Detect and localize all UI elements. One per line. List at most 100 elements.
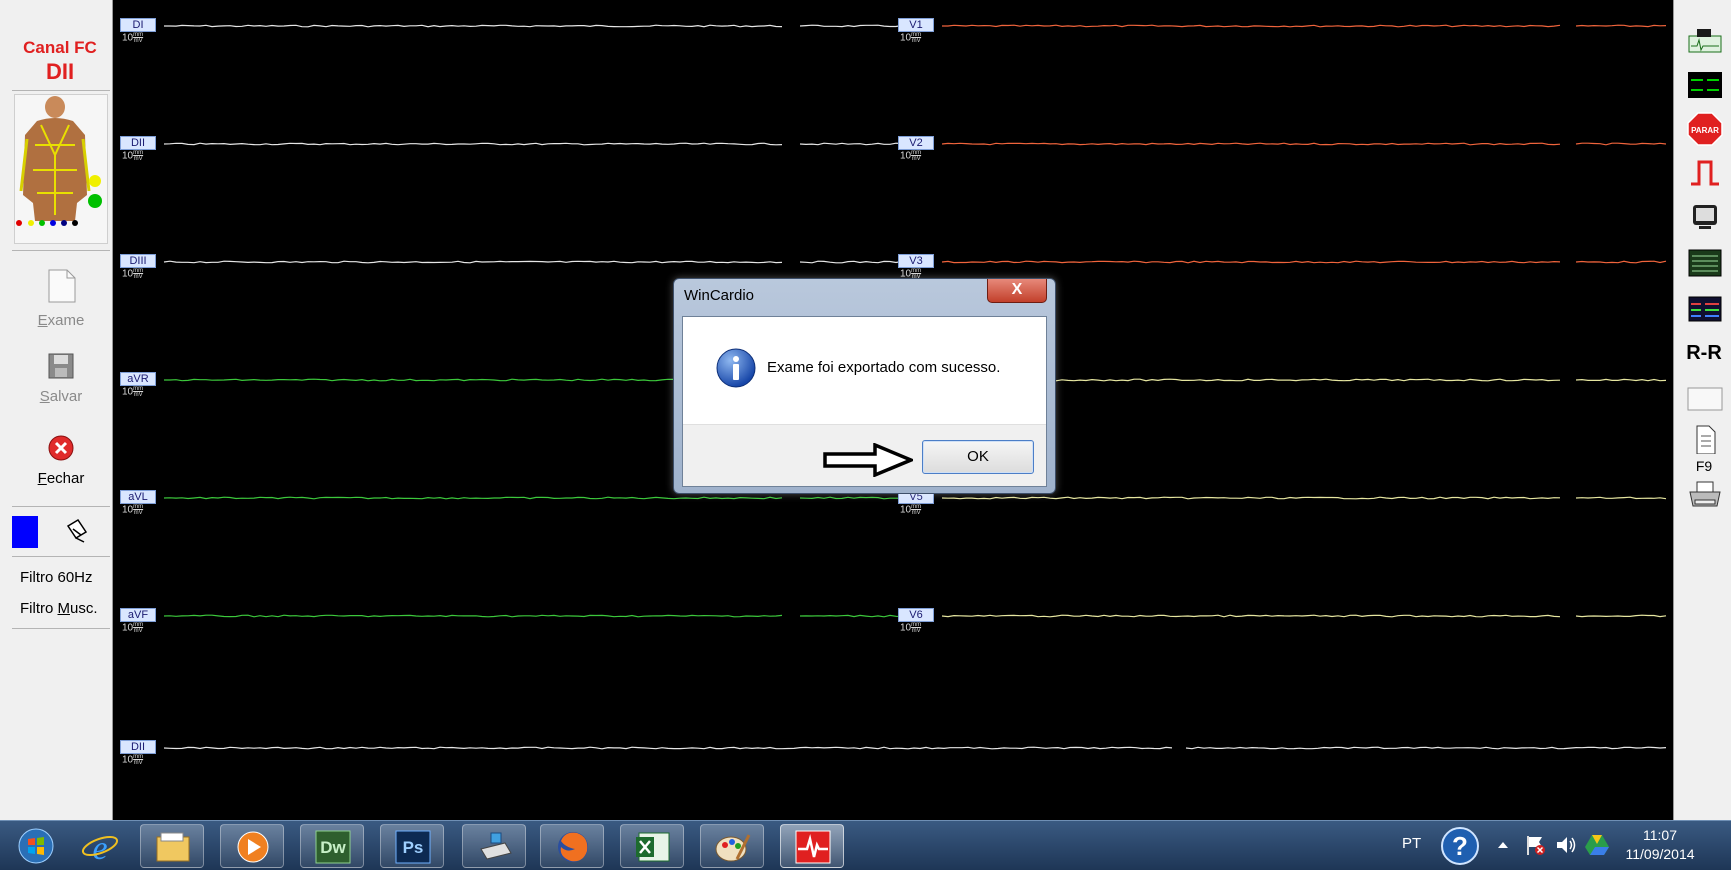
lead-label-avl[interactable]: aVL [120, 490, 156, 504]
scale-label: 10mmmV [900, 150, 922, 162]
paint-icon [715, 834, 751, 862]
ok-button[interactable]: OK [922, 440, 1034, 474]
dialog-message: Exame foi exportado com sucesso. [767, 359, 1001, 376]
exame-button[interactable]: Exame [12, 268, 110, 329]
separator [12, 506, 110, 507]
taskbar-internet-explorer[interactable]: e [68, 824, 132, 868]
taskbar-media-player[interactable] [220, 824, 284, 868]
taskbar-firefox[interactable] [540, 824, 604, 868]
trace-rhythm-dii [163, 746, 1173, 750]
trace-v3-tail [1575, 260, 1667, 264]
separator [12, 556, 110, 557]
trace-v1 [942, 24, 1561, 28]
wincardio-window: Canal FC DII Exame Salvar Fechar Filtro … [0, 0, 1731, 870]
filtro-musc-item[interactable]: Filtro Musc. [20, 600, 98, 617]
windows-start-icon [18, 828, 54, 864]
media-player-icon [237, 831, 269, 863]
acquire-icon[interactable] [1687, 26, 1723, 56]
blank-panel-icon[interactable] [1687, 384, 1723, 414]
scale-label: 10mmmV [122, 32, 144, 44]
scale-label: 10mmmV [122, 386, 144, 398]
document-f9-icon[interactable] [1687, 424, 1723, 455]
taskbar-photoshop[interactable]: Ps [380, 824, 444, 868]
scale-label: 10mmmV [122, 622, 144, 634]
scanner-icon [480, 832, 512, 860]
wincardio-icon [795, 830, 831, 864]
trace-diii [163, 260, 783, 264]
photoshop-icon: Ps [395, 830, 431, 864]
right-toolbar: PARAR R-R F9 [1673, 0, 1731, 820]
lead-label-dii[interactable]: DII [120, 740, 156, 754]
trace-di [164, 24, 783, 28]
lead-label-avf[interactable]: aVF [120, 608, 156, 622]
lead-label-v2[interactable]: V2 [898, 136, 934, 150]
dialog-footer: OK [683, 424, 1046, 486]
scale-label: 10mmmV [122, 504, 144, 516]
trace-v1-tail [1575, 24, 1667, 28]
taskbar-excel[interactable] [620, 824, 684, 868]
eraser-pen-icon[interactable] [64, 518, 90, 546]
trace-avf-tail [799, 614, 903, 618]
scale-label: 10mmmV [122, 754, 144, 766]
trace-avl [163, 496, 783, 500]
start-button[interactable] [4, 824, 68, 868]
lead-label-avr[interactable]: aVR [120, 372, 156, 386]
internet-explorer-icon: e [81, 830, 119, 864]
google-drive-icon[interactable] [1584, 833, 1610, 857]
stop-sign-icon[interactable]: PARAR [1687, 112, 1723, 146]
excel-icon [636, 832, 670, 862]
dialog-title: WinCardio [684, 287, 755, 304]
svg-text:e: e [92, 830, 107, 864]
trace-color-swatch[interactable] [12, 516, 38, 548]
info-icon [716, 348, 756, 388]
taskbar-scanner[interactable] [462, 824, 526, 868]
fechar-label: Fechar [37, 470, 85, 487]
document-icon [48, 269, 76, 303]
fechar-button[interactable]: Fechar [12, 434, 110, 487]
printer-icon[interactable] [1687, 480, 1723, 510]
svg-text:?: ? [1452, 831, 1468, 861]
windows-taskbar: e Dw Ps PT ? 11:07 11/09/2014 [0, 820, 1731, 870]
trace-v5 [941, 496, 1561, 500]
multi-lead-view-icon[interactable] [1687, 294, 1723, 324]
salvar-button[interactable]: Salvar [12, 352, 110, 405]
action-center-flag-icon[interactable] [1524, 833, 1548, 857]
trace-v6-tail [1575, 614, 1667, 618]
taskbar-wincardio[interactable] [780, 824, 844, 868]
scale-label: 10mmmV [122, 268, 144, 280]
dialog-body: Exame foi exportado com sucesso. OK [682, 316, 1047, 487]
rr-interval-button[interactable]: R-R [1680, 342, 1728, 365]
taskbar-dreamweaver[interactable]: Dw [300, 824, 364, 868]
stop-sign-label: PARAR [1691, 126, 1719, 135]
monitor-icon[interactable] [1687, 202, 1723, 232]
report-view-icon[interactable] [1687, 248, 1723, 278]
lead-label-v3[interactable]: V3 [898, 254, 934, 268]
show-hidden-icons-icon[interactable] [1496, 838, 1510, 852]
clock-time[interactable]: 11:07 [1620, 826, 1700, 845]
lead-label-di[interactable]: DI [120, 18, 156, 32]
lead-label-v1[interactable]: V1 [898, 18, 934, 32]
salvar-label: Salvar [39, 388, 83, 405]
clock-date[interactable]: 11/09/2014 [1620, 845, 1700, 864]
lead-label-v6[interactable]: V6 [898, 608, 934, 622]
electrode-body-figure[interactable] [14, 94, 108, 244]
trace-v6 [941, 614, 1561, 618]
help-icon[interactable]: ? [1440, 826, 1480, 866]
canal-fc-lead: DII [45, 59, 75, 84]
calibration-pulse-icon[interactable] [1687, 158, 1723, 188]
trace-v2 [941, 142, 1561, 146]
trace-dii [163, 142, 783, 146]
language-indicator[interactable]: PT [1402, 835, 1421, 852]
trace-v5-tail [1575, 496, 1667, 500]
leads-layout-icon[interactable] [1687, 70, 1723, 100]
lead-label-diii[interactable]: DIII [120, 254, 156, 268]
filtro-60hz-item[interactable]: Filtro 60Hz [20, 569, 93, 586]
trace-v4-tail [1575, 378, 1667, 382]
taskbar-paint[interactable] [700, 824, 764, 868]
dialog-close-button[interactable]: X [987, 279, 1047, 303]
left-panel: Canal FC DII Exame Salvar Fechar Filtro … [0, 0, 113, 820]
taskbar-file-explorer[interactable] [140, 824, 204, 868]
lead-label-dii[interactable]: DII [120, 136, 156, 150]
volume-icon[interactable] [1554, 833, 1578, 857]
separator [12, 628, 110, 629]
